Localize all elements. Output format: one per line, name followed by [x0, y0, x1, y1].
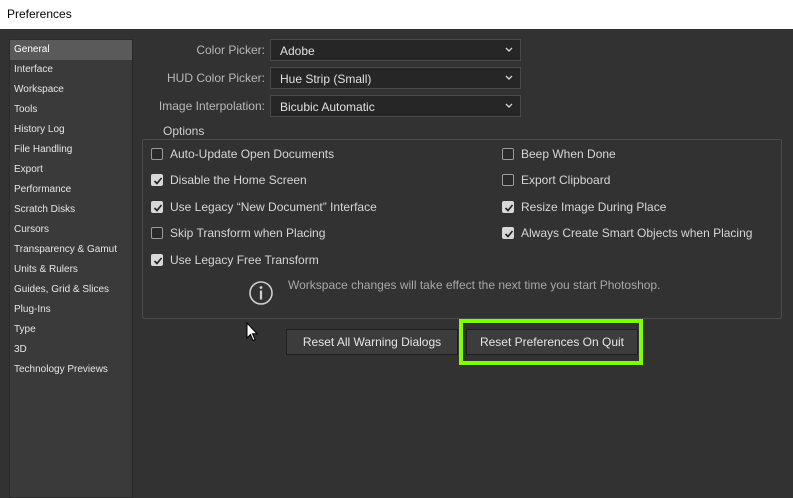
workspace-info-text: Workspace changes will take effect the n… — [288, 278, 661, 292]
mouse-pointer-icon — [246, 322, 258, 342]
sidebar-item-cursors[interactable]: Cursors — [10, 220, 132, 240]
image-interpolation-select[interactable]: Bicubic Automatic — [270, 95, 521, 117]
reset-all-warning-dialogs-button[interactable]: Reset All Warning Dialogs — [286, 329, 458, 355]
color-picker-select[interactable]: Adobe — [270, 39, 521, 61]
check-icon — [504, 230, 514, 238]
image-interpolation-value: Bicubic Automatic — [280, 100, 375, 114]
sidebar-item-type[interactable]: Type — [10, 320, 132, 340]
check-icon — [153, 177, 163, 185]
image-interpolation-label: Image Interpolation: — [158, 99, 265, 113]
color-picker-value: Adobe — [280, 44, 315, 58]
checkbox-label: Auto-Update Open Documents — [170, 147, 335, 161]
checkbox-box — [502, 174, 514, 186]
color-picker-label: Color Picker: — [196, 43, 265, 57]
hud-color-picker-row: HUD Color Picker: — [0, 67, 265, 89]
chevron-down-icon — [505, 75, 513, 80]
checkbox-box — [502, 227, 514, 239]
checkbox-box — [151, 201, 163, 213]
checkbox-label: Beep When Done — [521, 147, 616, 161]
checkbox-label: Use Legacy “New Document” Interface — [170, 200, 377, 214]
checkbox-box — [151, 148, 163, 160]
checkbox-label: Skip Transform when Placing — [170, 226, 326, 240]
checkbox-label: Always Create Smart Objects when Placing — [521, 226, 753, 240]
options-title: Options — [158, 124, 210, 138]
checkbox-box — [502, 201, 514, 213]
checkbox-box — [151, 227, 163, 239]
sidebar-item-file-handling[interactable]: File Handling — [10, 140, 132, 160]
check-icon — [153, 204, 163, 212]
sidebar-item-history-log[interactable]: History Log — [10, 120, 132, 140]
reset-preferences-on-quit-button[interactable]: Reset Preferences On Quit — [466, 329, 638, 355]
checkbox-label: Export Clipboard — [521, 173, 611, 187]
sidebar-item-units-rulers[interactable]: Units & Rulers — [10, 260, 132, 280]
sidebar-item-export[interactable]: Export — [10, 160, 132, 180]
chevron-down-icon — [505, 103, 513, 108]
sidebar-item-3d[interactable]: 3D — [10, 340, 132, 360]
window-title: Preferences — [7, 7, 72, 21]
check-icon — [153, 257, 163, 265]
sidebar-item-scratch-disks[interactable]: Scratch Disks — [10, 200, 132, 220]
sidebar-item-guides-grid-slices[interactable]: Guides, Grid & Slices — [10, 280, 132, 300]
sidebar-item-transparency-gamut[interactable]: Transparency & Gamut — [10, 240, 132, 260]
checkbox-label: Disable the Home Screen — [170, 173, 307, 187]
checkbox-box — [151, 254, 163, 266]
color-picker-row: Color Picker: — [0, 39, 265, 61]
sidebar-item-plug-ins[interactable]: Plug-Ins — [10, 300, 132, 320]
image-interpolation-row: Image Interpolation: — [0, 95, 265, 117]
hud-color-picker-select[interactable]: Hue Strip (Small) — [270, 67, 521, 89]
info-circle-icon — [249, 281, 273, 305]
checkbox-label: Resize Image During Place — [521, 200, 667, 214]
sidebar-item-performance[interactable]: Performance — [10, 180, 132, 200]
checkbox-label: Use Legacy Free Transform — [170, 253, 319, 267]
sidebar-item-technology-previews[interactable]: Technology Previews — [10, 360, 132, 380]
checkbox-box — [151, 174, 163, 186]
checkbox-box — [502, 148, 514, 160]
hud-color-picker-value: Hue Strip (Small) — [280, 72, 372, 86]
chevron-down-icon — [505, 47, 513, 52]
check-icon — [504, 204, 514, 212]
hud-color-picker-label: HUD Color Picker: — [166, 71, 265, 85]
title-bar: Preferences — [0, 0, 793, 29]
